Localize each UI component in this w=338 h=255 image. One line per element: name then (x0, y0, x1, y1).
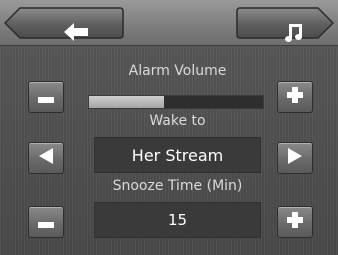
volume-decrease-button[interactable] (28, 81, 64, 113)
wake-source-next-button[interactable] (277, 142, 313, 174)
plus-icon (287, 87, 303, 107)
back-button[interactable] (4, 7, 124, 41)
volume-increase-button[interactable] (277, 81, 313, 113)
top-bar (0, 0, 338, 46)
music-button[interactable] (236, 7, 334, 42)
wake-to-label: Wake to (149, 113, 206, 129)
alarm-volume-label: Alarm Volume (128, 63, 227, 79)
triangle-right-icon (288, 148, 302, 168)
plus-icon (287, 212, 303, 232)
snooze-increase-button[interactable] (277, 206, 313, 238)
wake-source-previous-button[interactable] (28, 142, 64, 174)
snooze-time-label: Snooze Time (Min) (112, 178, 243, 194)
triangle-left-icon (39, 148, 53, 168)
wake-source-value: Her Stream (94, 137, 261, 173)
minus-icon (38, 88, 54, 107)
alarm-settings-screen: Alarm Volume Wake to Her Stream Snooze T… (0, 0, 338, 255)
minus-icon (38, 213, 54, 232)
snooze-time-value: 15 (94, 202, 261, 238)
volume-level-fill (89, 96, 164, 108)
volume-slider[interactable] (88, 95, 264, 109)
snooze-decrease-button[interactable] (28, 206, 64, 238)
